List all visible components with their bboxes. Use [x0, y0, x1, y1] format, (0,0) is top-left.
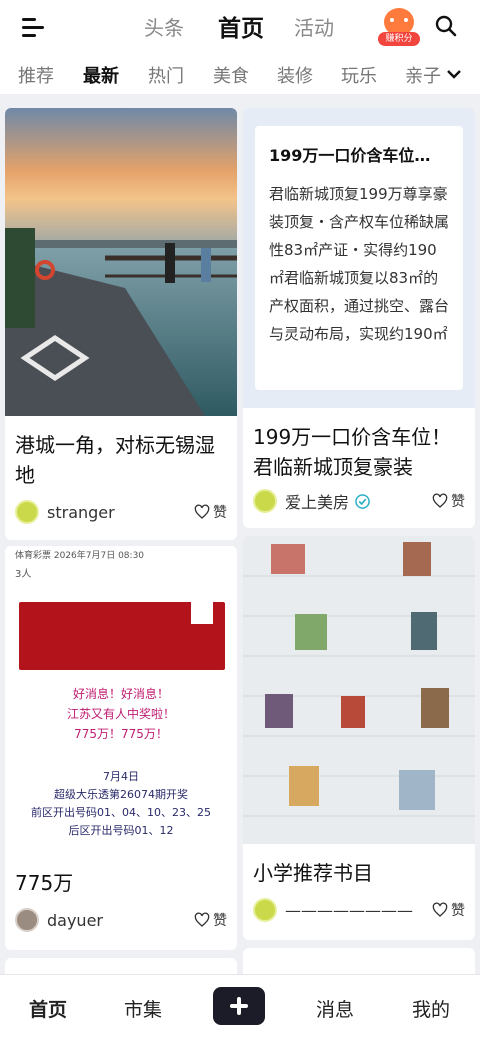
- post-image: 体育彩票 2026年7月7日 08:30 3人 好消息！好消息！ 江苏又有人中奖…: [5, 546, 237, 860]
- image-date: 7月4日: [103, 770, 139, 783]
- image-line-3: 775万！775万！: [74, 727, 168, 741]
- post-image: [243, 536, 475, 844]
- top-header: 头条 首页 活动 赚积分: [0, 0, 480, 54]
- qr-code-icon: [191, 602, 213, 624]
- like-label: 赞: [213, 913, 227, 929]
- image-line-2: 江苏又有人中奖啦！: [66, 707, 175, 721]
- post-title: 199万一口价含车位！君临新城顶复豪装: [253, 425, 452, 479]
- nav-messages[interactable]: 消息: [316, 995, 354, 1022]
- category-food[interactable]: 美食: [213, 62, 249, 88]
- heart-icon: [194, 504, 210, 519]
- earn-points-button[interactable]: 赚积分: [378, 8, 420, 46]
- like-button[interactable]: 赞: [432, 488, 465, 514]
- author[interactable]: 爱上美房: [253, 488, 370, 514]
- menu-icon[interactable]: [22, 16, 48, 38]
- author[interactable]: stranger: [15, 499, 115, 525]
- category-decoration[interactable]: 装修: [277, 62, 313, 88]
- image-line-1: 好消息！好消息！: [72, 687, 169, 701]
- nav-home[interactable]: 首页: [29, 995, 67, 1022]
- nav-profile[interactable]: 我的: [412, 995, 450, 1022]
- avatar: [15, 908, 39, 932]
- add-post-button[interactable]: [213, 987, 265, 1025]
- avatar: [253, 489, 277, 513]
- author-name: stranger: [47, 502, 115, 522]
- image-issue: 超级大乐透第26074期开奖: [54, 788, 188, 801]
- author-name: ————————: [285, 900, 413, 920]
- like-button[interactable]: 赞: [194, 499, 227, 525]
- feed-card[interactable]: 港城一角，对标无锡湿地 stranger 赞: [5, 108, 237, 540]
- feed-card[interactable]: 体育彩票 2026年7月7日 08:30 3人 好消息！好消息！ 江苏又有人中奖…: [5, 546, 237, 950]
- feed-card-partial[interactable]: [5, 958, 237, 974]
- image-count: 3人: [15, 569, 32, 580]
- feed-card[interactable]: 199万一口价含车位… 君临新城顶复199万尊享豪装顶复・含产权车位稀缺属性83…: [243, 108, 475, 528]
- like-label: 赞: [451, 903, 465, 919]
- post-cover: 199万一口价含车位… 君临新城顶复199万尊享豪装顶复・含产权车位稀缺属性83…: [243, 108, 475, 408]
- post-title: 小学推荐书目: [253, 861, 373, 885]
- author-name: 爱上美房: [285, 493, 350, 512]
- category-bar: 推荐 最新 热门 美食 装修 玩乐 亲子: [0, 54, 480, 94]
- feed-card-partial[interactable]: [243, 948, 475, 974]
- like-button[interactable]: 赞: [432, 897, 465, 923]
- feed: 港城一角，对标无锡湿地 stranger 赞 199万一口价含车位… 君临新城顶…: [0, 100, 480, 974]
- feed-card[interactable]: 小学推荐书目 ———————— 赞: [243, 536, 475, 940]
- author-name: dayuer: [47, 910, 103, 930]
- verified-icon: [355, 493, 370, 509]
- search-icon[interactable]: [434, 14, 458, 38]
- heart-icon: [194, 912, 210, 927]
- like-label: 赞: [451, 494, 465, 510]
- category-parenting[interactable]: 亲子: [405, 62, 441, 88]
- lottery-banner: [19, 602, 225, 670]
- bottom-nav: 首页 市集 消息 我的: [0, 974, 480, 1038]
- heart-icon: [432, 902, 448, 917]
- post-title: 775万: [15, 871, 74, 895]
- like-label: 赞: [213, 505, 227, 521]
- category-hot[interactable]: 热门: [148, 62, 184, 88]
- category-fun[interactable]: 玩乐: [341, 62, 377, 88]
- tab-headlines[interactable]: 头条: [144, 12, 184, 41]
- heart-icon: [432, 493, 448, 508]
- cover-text: 君临新城顶复199万尊享豪装顶复・含产权车位稀缺属性83㎡产证・实得约190㎡君…: [269, 185, 449, 343]
- nav-market[interactable]: 市集: [124, 995, 162, 1022]
- tab-home[interactable]: 首页: [218, 9, 264, 43]
- chevron-down-icon[interactable]: [444, 64, 464, 84]
- cover-quote-box: 199万一口价含车位… 君临新城顶复199万尊享豪装顶复・含产权车位稀缺属性83…: [255, 126, 463, 390]
- like-button[interactable]: 赞: [194, 907, 227, 933]
- author[interactable]: dayuer: [15, 907, 103, 933]
- avatar: [15, 500, 39, 524]
- image-header: 体育彩票 2026年7月7日 08:30: [15, 551, 145, 561]
- author[interactable]: ————————: [253, 897, 413, 923]
- image-back: 后区开出号码01、12: [68, 824, 174, 837]
- category-recommended[interactable]: 推荐: [18, 62, 54, 88]
- avatar: [253, 898, 277, 922]
- cover-title: 199万一口价含车位…: [269, 146, 431, 165]
- post-title: 港城一角，对标无锡湿地: [15, 433, 215, 487]
- tab-activities[interactable]: 活动: [294, 12, 334, 41]
- image-front: 前区开出号码01、04、10、23、25: [31, 806, 211, 819]
- earn-points-label: 赚积分: [378, 32, 420, 46]
- category-latest[interactable]: 最新: [83, 62, 119, 88]
- post-image: [5, 108, 237, 416]
